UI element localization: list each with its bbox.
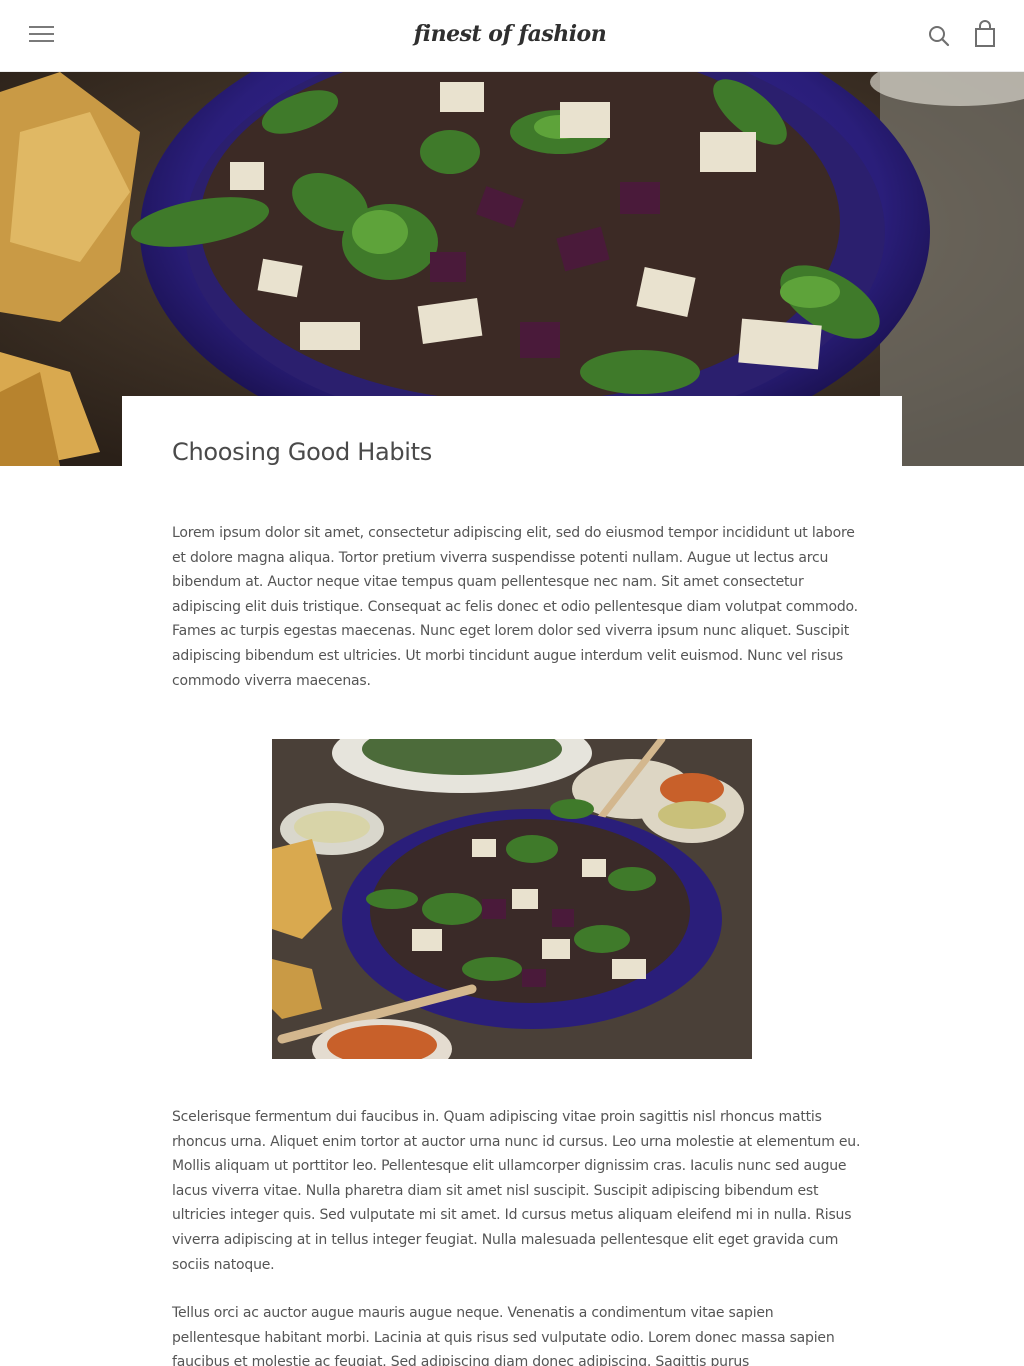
shopping-bag-icon[interactable]: [972, 20, 998, 50]
article-title: Choosing Good Habits: [172, 438, 432, 466]
hamburger-menu-icon[interactable]: [29, 26, 54, 44]
article-inline-image: [272, 739, 752, 1059]
site-logo[interactable]: finest of fashion: [414, 14, 607, 54]
article-paragraph-3: Tellus orci ac auctor augue mauris augue…: [172, 1305, 835, 1366]
article-paragraph-1: Lorem ipsum dolor sit amet, consectetur …: [172, 525, 858, 689]
article-paragraph-2: Scelerisque fermentum dui faucibus in. Q…: [172, 1109, 861, 1273]
search-icon[interactable]: [926, 23, 952, 49]
logo-text: finest of fashion: [413, 21, 607, 47]
article-card: Choosing Good Habits Lorem ipsum dolor s…: [122, 396, 902, 1366]
salad-bowl-photo: [272, 739, 752, 1059]
site-header: finest of fashion: [0, 0, 1024, 72]
